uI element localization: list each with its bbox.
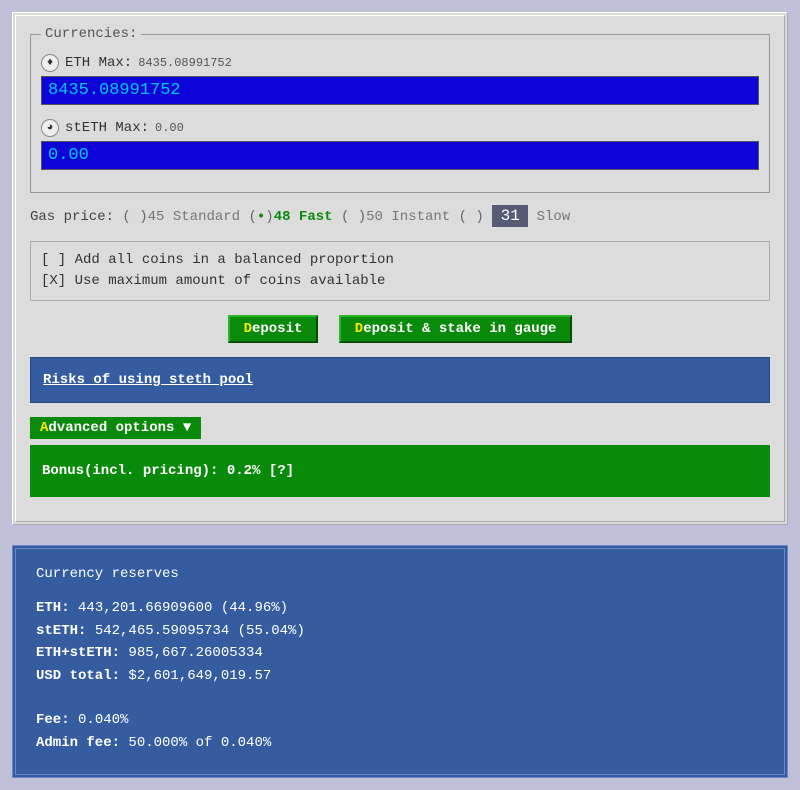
bonus-label: Bonus(incl. pricing):	[42, 463, 218, 479]
balanced-label: Add all coins in a balanced proportion	[75, 252, 394, 268]
advanced-toggle[interactable]: Advanced options ▼	[30, 417, 201, 439]
reserve-steth-label: stETH:	[36, 623, 86, 639]
eth-label: ETH Max:	[65, 55, 132, 71]
steth-row: ◕ stETH Max: 0.00	[41, 119, 759, 137]
gas-fast-radio[interactable]: (•)48 Fast	[248, 209, 332, 225]
reserves-panel: Currency reserves ETH: 443,201.66909600 …	[12, 545, 788, 778]
reserve-sum-label: ETH+stETH:	[36, 645, 120, 661]
gas-row: Gas price: ( )45 Standard (•)48 Fast ( )…	[30, 205, 770, 227]
eth-amount-input[interactable]	[41, 76, 759, 105]
gas-standard-radio[interactable]: ( )45 Standard	[122, 209, 240, 225]
steth-icon: ◕	[41, 119, 59, 137]
admin-fee-label: Admin fee:	[36, 735, 120, 751]
deposit-panel: Currencies: ♦ ETH Max: 8435.08991752 ◕ s…	[12, 12, 788, 525]
usemax-label: Use maximum amount of coins available	[75, 273, 386, 289]
balanced-checkbox[interactable]: [ ] Add all coins in a balanced proporti…	[41, 250, 759, 271]
reserve-sum-value: 985,667.26005334	[128, 645, 262, 661]
bonus-value: 0.2%	[227, 463, 261, 479]
gas-custom-radio[interactable]: ( )	[459, 209, 484, 225]
steth-amount-input[interactable]	[41, 141, 759, 170]
reserve-usd-label: USD total:	[36, 668, 120, 684]
currencies-legend: Currencies:	[41, 26, 141, 42]
eth-max[interactable]: 8435.08991752	[138, 56, 232, 70]
gas-label: Gas price:	[30, 209, 114, 225]
reserve-usd-value: $2,601,649,019.57	[128, 668, 271, 684]
admin-fee-value: 50.000% of 0.040%	[128, 735, 271, 751]
deposit-button[interactable]: Deposit	[228, 315, 319, 343]
gas-custom-input[interactable]	[492, 205, 528, 227]
button-row: Deposit Deposit & stake in gauge	[30, 315, 770, 343]
fee-label: Fee:	[36, 712, 70, 728]
currencies-fieldset: Currencies: ♦ ETH Max: 8435.08991752 ◕ s…	[30, 26, 770, 193]
gas-instant-radio[interactable]: ( )50 Instant	[341, 209, 450, 225]
steth-max[interactable]: 0.00	[155, 121, 184, 135]
steth-label: stETH Max:	[65, 120, 149, 136]
bonus-help-icon[interactable]: [?]	[269, 463, 294, 479]
options-block: [ ] Add all coins in a balanced proporti…	[30, 241, 770, 301]
gas-custom-text: Slow	[537, 209, 571, 225]
deposit-stake-button[interactable]: Deposit & stake in gauge	[339, 315, 573, 343]
usemax-checkbox[interactable]: [X] Use maximum amount of coins availabl…	[41, 271, 759, 292]
fee-value: 0.040%	[78, 712, 128, 728]
bonus-box: Bonus(incl. pricing): 0.2% [?]	[30, 445, 770, 497]
risk-box: Risks of using steth pool	[30, 357, 770, 403]
risk-link[interactable]: Risks of using steth pool	[43, 372, 253, 388]
eth-icon: ♦	[41, 54, 59, 72]
reserve-steth-value: 542,465.59095734 (55.04%)	[95, 623, 305, 639]
reserves-header: Currency reserves	[36, 563, 764, 585]
reserve-eth-label: ETH:	[36, 600, 70, 616]
eth-row: ♦ ETH Max: 8435.08991752	[41, 54, 759, 72]
reserve-eth-value: 443,201.66909600 (44.96%)	[78, 600, 288, 616]
